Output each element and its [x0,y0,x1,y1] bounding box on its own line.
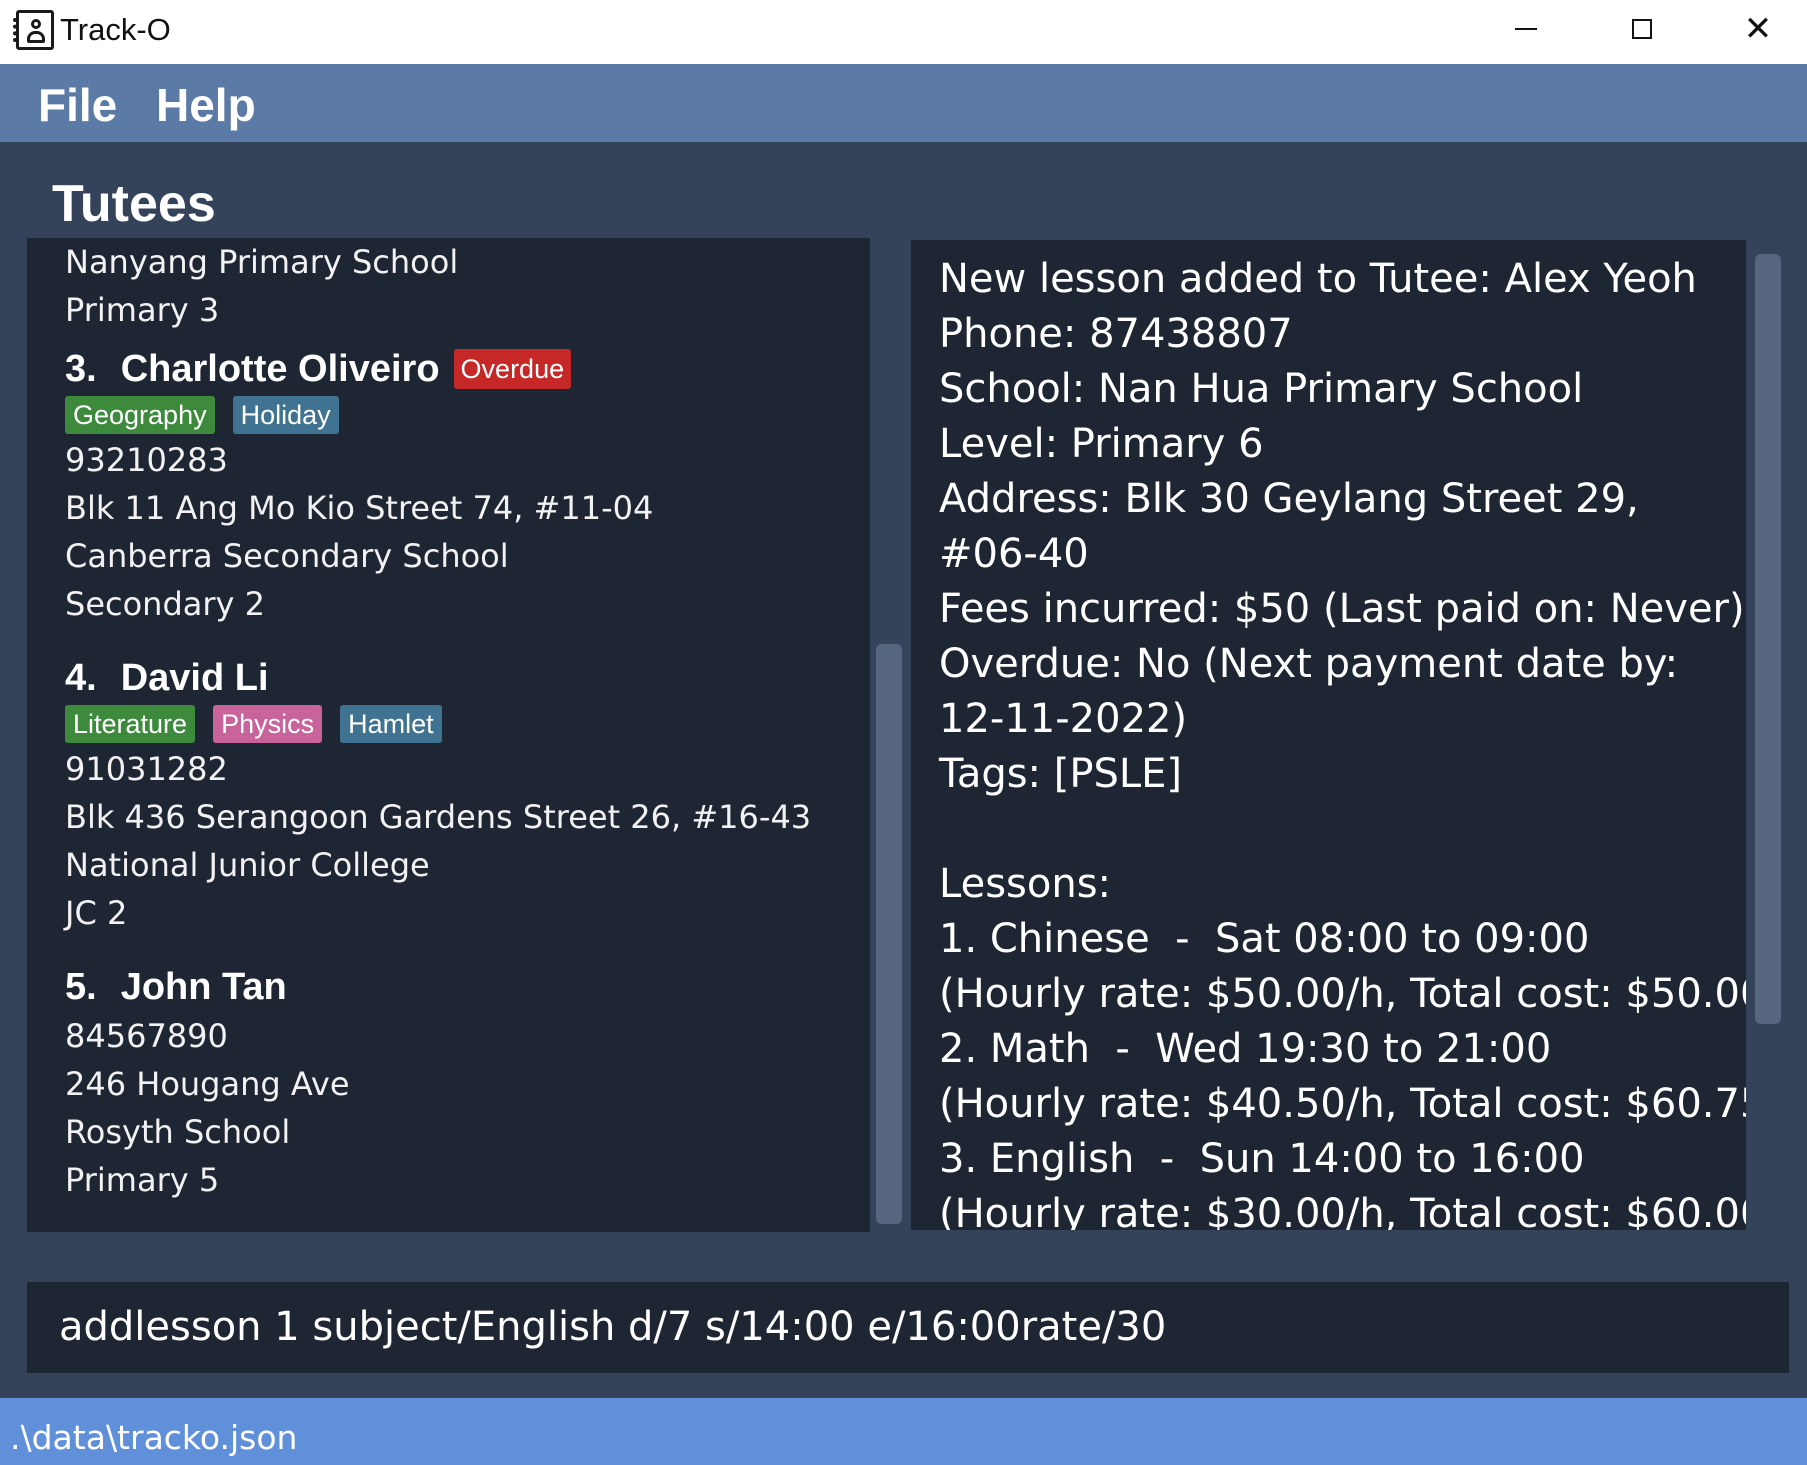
result-line: Overdue: No (Next payment date by: [939,641,1679,687]
result-line: #06-40 [939,531,1089,577]
tutees-heading: Tutees [52,175,216,233]
status-bar: .\data\tracko.json [0,1398,1807,1465]
tutee-address: Blk 436 Serangoon Gardens Street 26, #16… [65,798,812,836]
tutee-level: Primary 3 [65,291,220,329]
tutee-phone: 93210283 [65,441,228,479]
tag-subject: Geography [65,396,215,434]
tutee-school: Rosyth School [65,1113,291,1151]
overdue-badge: Overdue [453,349,572,389]
result-text: New lesson added to Tutee: Alex Yeoh Phon… [939,252,1746,1230]
menu-file[interactable]: File [38,78,117,132]
maximize-icon [1632,19,1652,39]
result-line: (Hourly rate: $50.00/h, Total cost: $50.… [939,971,1746,1017]
tutee-card-partial[interactable]: Nanyang Primary School Primary 3 [65,238,458,334]
result-line [939,802,1746,857]
tutee-index: 4. [65,656,97,699]
result-scrollbar[interactable] [1755,254,1781,1024]
minimize-icon [1515,28,1537,30]
tutee-card-5[interactable]: 5. John Tan 84567890 246 Hougang Ave Ros… [65,962,350,1204]
tutee-level: JC 2 [65,894,128,932]
contact-book-icon [13,10,54,50]
tutee-school: Nanyang Primary School [65,243,459,281]
command-input[interactable]: addlesson 1 subject/English d/7 s/14:00 … [27,1282,1789,1373]
tutee-school: National Junior College [65,846,430,884]
tutee-address: Blk 11 Ang Mo Kio Street 74, #11-04 [65,489,654,527]
result-line: School: Nan Hua Primary School [939,366,1584,412]
tutee-card-3[interactable]: 3. Charlotte Oliveiro Overdue Geography … [65,344,653,628]
tutee-tags: Geography Holiday [65,394,653,436]
result-line: Level: Primary 6 [939,421,1264,467]
tutee-phone: 91031282 [65,750,228,788]
tutee-school: Canberra Secondary School [65,537,509,575]
result-line: Fees incurred: $50 (Last paid on: Never) [939,586,1745,632]
tutee-level: Secondary 2 [65,585,265,623]
result-line: Phone: 87438807 [939,311,1293,357]
tutee-index: 3. [65,347,97,390]
result-line: 2. Math - Wed 19:30 to 21:00 [939,1026,1552,1072]
result-line: 1. Chinese - Sat 08:00 to 09:00 [939,916,1590,962]
menu-help[interactable]: Help [156,78,256,132]
tutee-phone: 84567890 [65,1017,228,1055]
result-line: Tags: [PSLE] [939,751,1183,797]
tutee-card-4[interactable]: 4. David Li Literature Physics Hamlet 91… [65,653,811,937]
tutee-name: Charlotte Oliveiro [120,347,440,390]
tutee-index: 5. [65,965,97,1008]
tag-label: Hamlet [340,705,442,743]
result-line: (Hourly rate: $40.50/h, Total cost: $60.… [939,1081,1746,1127]
result-line: 3. English - Sun 14:00 to 16:00 [939,1136,1585,1182]
title-bar: Track-O ✕ [0,0,1807,64]
command-text[interactable]: addlesson 1 subject/English d/7 s/14:00 … [59,1304,1166,1350]
tutee-level: Primary 5 [65,1161,220,1199]
minimize-button[interactable] [1468,0,1584,58]
tutee-list[interactable]: Nanyang Primary School Primary 3 3. Char… [27,238,870,1232]
tag-subject: Physics [213,705,323,743]
menu-bar: File Help [0,64,1807,142]
tutee-list-scrollbar[interactable] [876,644,902,1224]
result-line: Address: Blk 30 Geylang Street 29, [939,476,1639,522]
main-area: Tutees Nanyang Primary School Primary 3 … [0,142,1807,1398]
data-file-path: .\data\tracko.json [10,1418,298,1457]
tag-label: Holiday [232,396,339,434]
tutee-tags: Literature Physics Hamlet [65,703,811,745]
close-button[interactable]: ✕ [1700,0,1807,58]
result-line: New lesson added to Tutee: Alex Yeoh [939,256,1697,302]
result-line: (Hourly rate: $30.00/h, Total cost: $60.… [939,1191,1746,1230]
close-icon: ✕ [1743,9,1773,49]
tutee-name: David Li [120,656,269,699]
result-line: Lessons: [939,861,1112,907]
window-title: Track-O [60,12,171,47]
tutee-name: John Tan [120,965,287,1008]
maximize-button[interactable] [1584,0,1700,58]
tutee-address: 246 Hougang Ave [65,1065,350,1103]
tag-subject: Literature [65,705,196,743]
result-display: New lesson added to Tutee: Alex Yeoh Phon… [911,240,1746,1230]
result-line: 12-11-2022) [939,696,1188,742]
